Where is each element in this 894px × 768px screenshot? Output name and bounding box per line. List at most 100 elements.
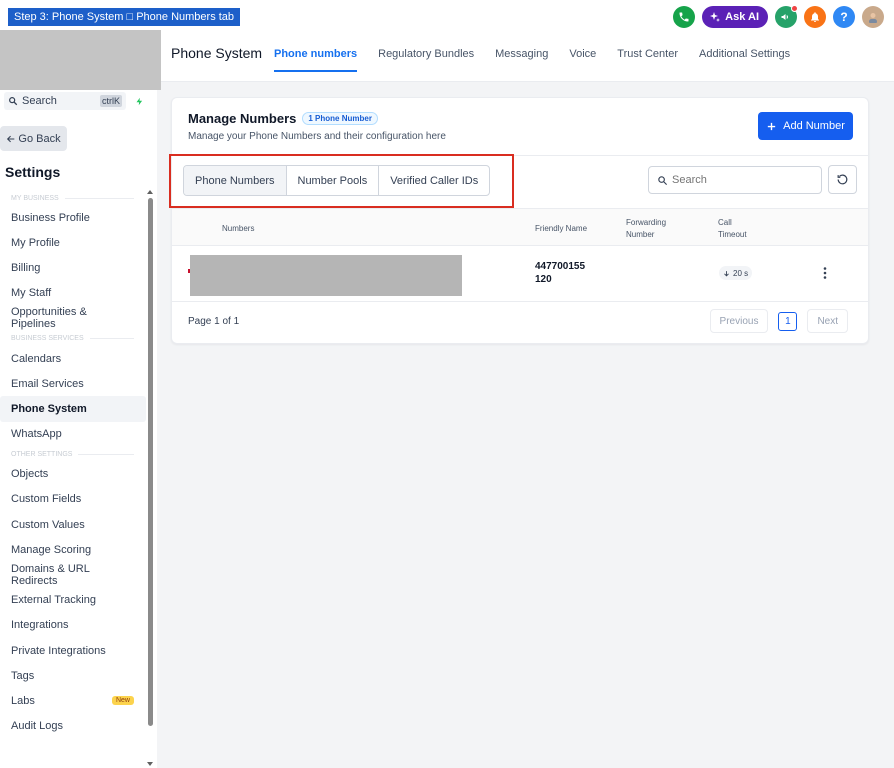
search-icon [658,175,668,185]
go-back-button[interactable]: Go Back [0,126,67,151]
section-divider [64,197,134,199]
col-forwarding-number: Forwarding Number [626,218,667,239]
announcements-button[interactable] [775,5,798,28]
sidebar-item-label: Custom Fields [11,493,82,506]
sidebar-item-label: Integrations [11,619,69,632]
pagination-text: Page 1 of 1 [188,316,240,327]
sidebar-item-audit-logs[interactable]: Audit Logs [0,714,146,739]
sidebar-item-label: Private Integrations [11,644,106,657]
col-call-timeout: Call Timeout [718,218,747,239]
sidebar-item-custom-fields[interactable]: Custom Fields [0,487,146,512]
search-icon [9,97,18,106]
sidebar-item-label: WhatsApp [11,428,62,441]
sidebar-item-objects[interactable]: Objects [0,462,146,487]
count-badge: 1 Phone Number [302,112,378,125]
pagination: Previous 1 Next [709,309,848,333]
section-heading-label: OTHER SETTINGS [11,451,73,459]
sidebar-item-label: Custom Values [11,518,85,531]
arrow-down-icon [724,270,729,276]
section-heading: MY BUSINESS [0,191,146,205]
table-row[interactable]: 447700155 120 20 s [172,246,868,302]
go-back-label: Go Back [18,132,61,145]
quick-actions-button[interactable] [131,93,147,109]
tab-trust-center[interactable]: Trust Center [617,48,678,72]
sidebar-item-external-tracking[interactable]: External Tracking [0,588,146,613]
section-heading-label: BUSINESS SERVICES [11,335,84,343]
tab-bar: Phone numbers Regulatory Bundles Messagi… [274,48,790,72]
notifications-button[interactable] [804,6,826,28]
sidebar-scrollbar[interactable] [146,190,155,766]
notification-dot [791,5,798,12]
sidebar-item-billing[interactable]: Billing [0,255,146,280]
sidebar-search-row: Search ctrlK [4,92,153,110]
sidebar-item-tags[interactable]: Tags [0,663,146,688]
add-number-button[interactable]: Add Number [758,112,853,140]
sidebar-item-calendars[interactable]: Calendars [0,346,146,371]
tab-additional-settings[interactable]: Additional Settings [699,48,790,72]
sidebar-item-private-integrations[interactable]: Private Integrations [0,638,146,663]
next-button[interactable]: Next [807,309,848,333]
refresh-button[interactable] [828,165,857,194]
sidebar-item-email-services[interactable]: Email Services [0,371,146,396]
timeout-badge: 20 s [719,266,753,280]
sidebar-item-phone-system[interactable]: Phone System [0,396,146,422]
col-numbers: Numbers [222,224,255,233]
scroll-down-arrow[interactable] [147,762,153,766]
sidebar-item-my-staff[interactable]: My Staff [0,281,146,306]
sidebar-item-my-profile[interactable]: My Profile [0,230,146,255]
row-actions-button[interactable] [819,263,831,283]
sidebar: Search ctrlK Go Back Settings MY BUSINES… [0,30,161,768]
sidebar-item-integrations[interactable]: Integrations [0,613,146,638]
card-title: Manage Numbers 1 Phone Number [188,111,378,126]
sidebar-item-label: Business Profile [11,211,90,224]
search-input[interactable] [672,174,802,186]
number-redacted [190,255,462,296]
section-heading: OTHER SETTINGS [0,448,146,462]
search-shortcut: ctrlK [100,95,122,107]
phone-button[interactable] [673,6,696,28]
number-search[interactable] [648,166,822,194]
sidebar-search-label: Search [22,95,57,107]
help-button[interactable]: ? [833,6,855,28]
help-icon: ? [840,10,848,24]
phone-icon [679,12,689,22]
tab-phone-numbers[interactable]: Phone numbers [274,48,358,72]
sidebar-item-opportunities[interactable]: Opportunities & Pipelines [0,306,146,331]
sidebar-item-domains[interactable]: Domains & URL Redirects [0,562,146,587]
new-badge: New [111,696,134,706]
sparkle-icon [710,12,721,22]
sidebar-item-label: Email Services [11,377,84,390]
ask-ai-label: Ask AI [725,11,759,23]
friendly-name-cell: 447700155 120 [535,261,586,285]
tab-messaging[interactable]: Messaging [495,48,548,72]
sidebar-item-label: External Tracking [11,594,96,607]
sidebar-item-manage-scoring[interactable]: Manage Scoring [0,537,146,562]
sidebar-item-labs[interactable]: Labs New [0,688,146,713]
scroll-up-arrow[interactable] [147,190,153,194]
sidebar-item-whatsapp[interactable]: WhatsApp [0,422,146,447]
scroll-thumb[interactable] [148,198,153,726]
ask-ai-button[interactable]: Ask AI [702,6,768,28]
col-friendly-name: Friendly Name [535,224,588,233]
section-heading: BUSINESS SERVICES [0,332,146,346]
previous-button[interactable]: Previous [709,309,769,333]
sidebar-item-business-profile[interactable]: Business Profile [0,205,146,230]
add-number-label: Add Number [783,120,845,132]
sidebar-item-label: Manage Scoring [11,543,92,556]
section-heading-label: MY BUSINESS [11,194,59,202]
manage-numbers-card: Manage Numbers 1 Phone Number Manage you… [169,97,869,344]
arrow-left-icon [7,135,15,142]
page-1-button[interactable]: 1 [778,311,798,331]
megaphone-icon [781,14,788,20]
tab-voice[interactable]: Voice [569,48,596,72]
sidebar-item-custom-values[interactable]: Custom Values [0,512,146,537]
section-divider [89,338,134,340]
sidebar-item-label: Calendars [11,352,62,365]
plus-icon [767,122,776,130]
sidebar-search[interactable]: Search ctrlK [4,92,126,110]
card-title-text: Manage Numbers [188,111,297,126]
tab-regulatory-bundles[interactable]: Regulatory Bundles [378,48,474,72]
highlight-box [169,154,514,208]
sidebar-nav: MY BUSINESS Business Profile My Profile … [0,190,146,739]
avatar[interactable] [862,6,884,28]
